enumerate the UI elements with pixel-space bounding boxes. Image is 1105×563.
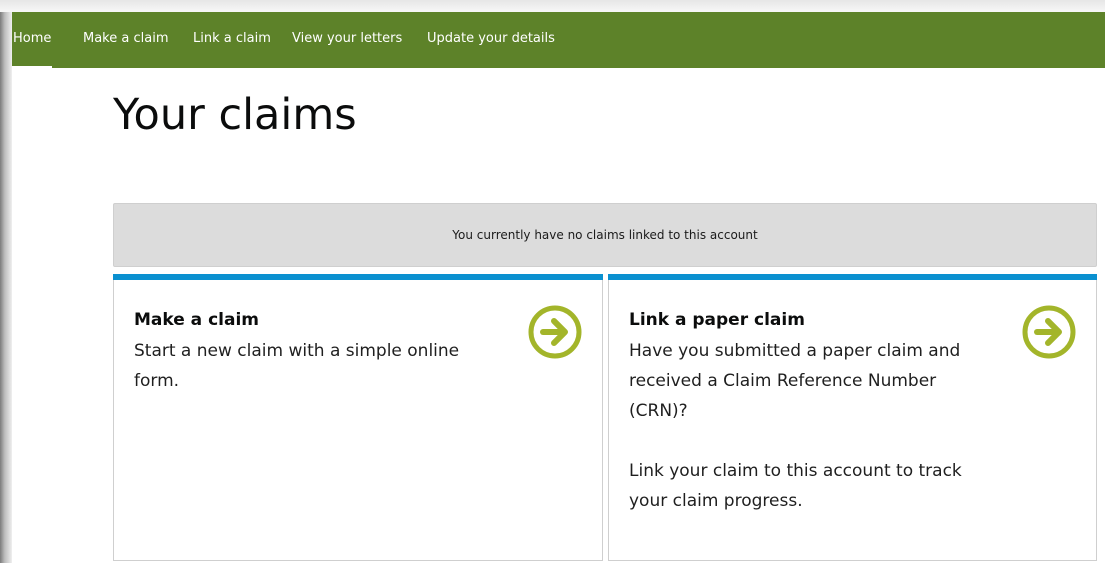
card-accent-bar (113, 274, 603, 280)
nav-item-home[interactable]: Home (12, 12, 53, 68)
nav-item-update-your-details[interactable]: Update your details (426, 12, 556, 68)
window-frame-left (0, 12, 12, 563)
nav-item-link-a-claim[interactable]: Link a claim (192, 12, 272, 68)
link-a-paper-claim-card[interactable]: Link a paper claim Have you submitted a … (608, 274, 1097, 561)
window-frame-top (0, 0, 1105, 12)
card-paragraph: Link your claim to this account to track… (629, 461, 962, 511)
top-navigation: Home Make a claim Link a claim View your… (12, 12, 1105, 68)
card-paragraph: Have you submitted a paper claim and rec… (629, 341, 961, 421)
no-claims-notice-text: You currently have no claims linked to t… (452, 228, 758, 242)
card-title: Make a claim (134, 310, 259, 330)
page: Home Make a claim Link a claim View your… (12, 12, 1105, 563)
card-title: Link a paper claim (629, 310, 805, 330)
card-description: Have you submitted a paper claim and rec… (629, 336, 999, 516)
nav-item-view-your-letters[interactable]: View your letters (291, 12, 403, 68)
nav-item-make-a-claim[interactable]: Make a claim (82, 12, 169, 68)
no-claims-notice: You currently have no claims linked to t… (113, 203, 1097, 267)
card-description: Start a new claim with a simple online f… (134, 336, 504, 396)
card-paragraph: Start a new claim with a simple online f… (134, 341, 460, 391)
card-accent-bar (608, 274, 1097, 280)
make-a-claim-card[interactable]: Make a claim Start a new claim with a si… (113, 274, 603, 561)
page-title: Your claims (113, 90, 357, 140)
arrow-right-circle-icon[interactable] (527, 304, 583, 360)
arrow-right-circle-icon[interactable] (1021, 304, 1077, 360)
